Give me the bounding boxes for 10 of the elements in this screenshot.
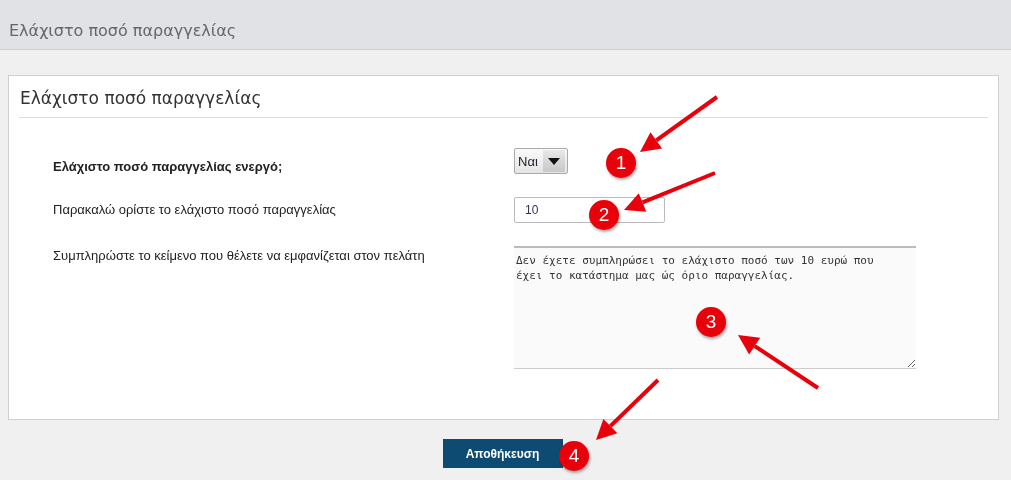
page-title: Ελάχιστο ποσό παραγγελίας (9, 21, 237, 40)
save-button[interactable]: Αποθήκευση (442, 439, 563, 468)
card-title: Ελάχιστο ποσό παραγγελίας (19, 88, 988, 118)
select-field[interactable]: Ναι (514, 148, 568, 174)
number-badge: 4 (559, 441, 589, 471)
field-label: Παρακαλώ ορίστε το ελάχιστο ποσό παραγγελίας (52, 201, 337, 217)
caret-icon (547, 157, 560, 165)
field-label: Ελάχιστο ποσό παραγγελίας ενεργό; (52, 158, 284, 174)
field-label: Συμπληρώστε το κείμενο που θέλετε να εμφανίζεται στον πελάτη (52, 247, 426, 263)
arrow (596, 378, 660, 440)
